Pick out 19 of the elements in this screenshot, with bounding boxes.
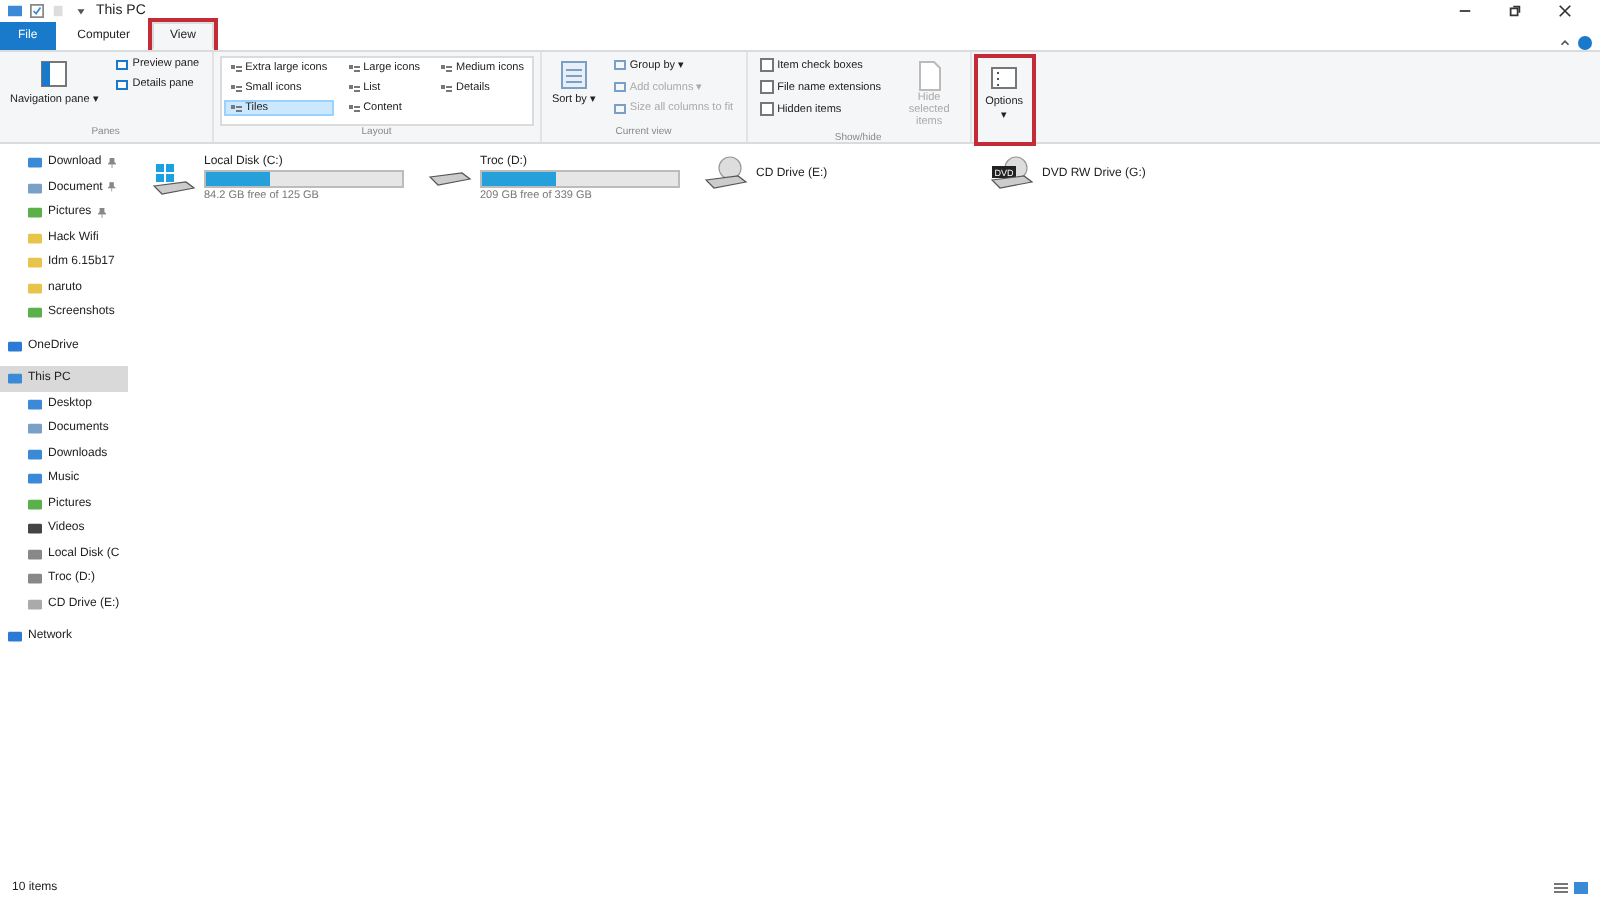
layout-icon: [347, 83, 360, 93]
details-view-icon[interactable]: [1554, 882, 1568, 894]
layout-icon: [229, 103, 242, 113]
minimize-icon[interactable]: [1458, 4, 1472, 18]
layout-icon: [440, 63, 453, 73]
layout-icon: [347, 103, 360, 113]
layout-icon: [229, 83, 242, 93]
properties-icon[interactable]: [30, 4, 44, 18]
layout-icon: [229, 63, 242, 73]
dropdown-icon[interactable]: [74, 4, 88, 18]
help-icon[interactable]: [1578, 36, 1592, 50]
pane-layout-icon: [40, 60, 69, 92]
sort-icon: [559, 60, 588, 92]
collapse-ribbon-icon[interactable]: [1558, 36, 1572, 50]
close-icon[interactable]: [1558, 4, 1572, 18]
layout-icon: [347, 63, 360, 73]
cd-drive-icon: [704, 156, 748, 192]
restore-icon[interactable]: [1508, 4, 1522, 18]
layout-icon: [440, 83, 453, 93]
